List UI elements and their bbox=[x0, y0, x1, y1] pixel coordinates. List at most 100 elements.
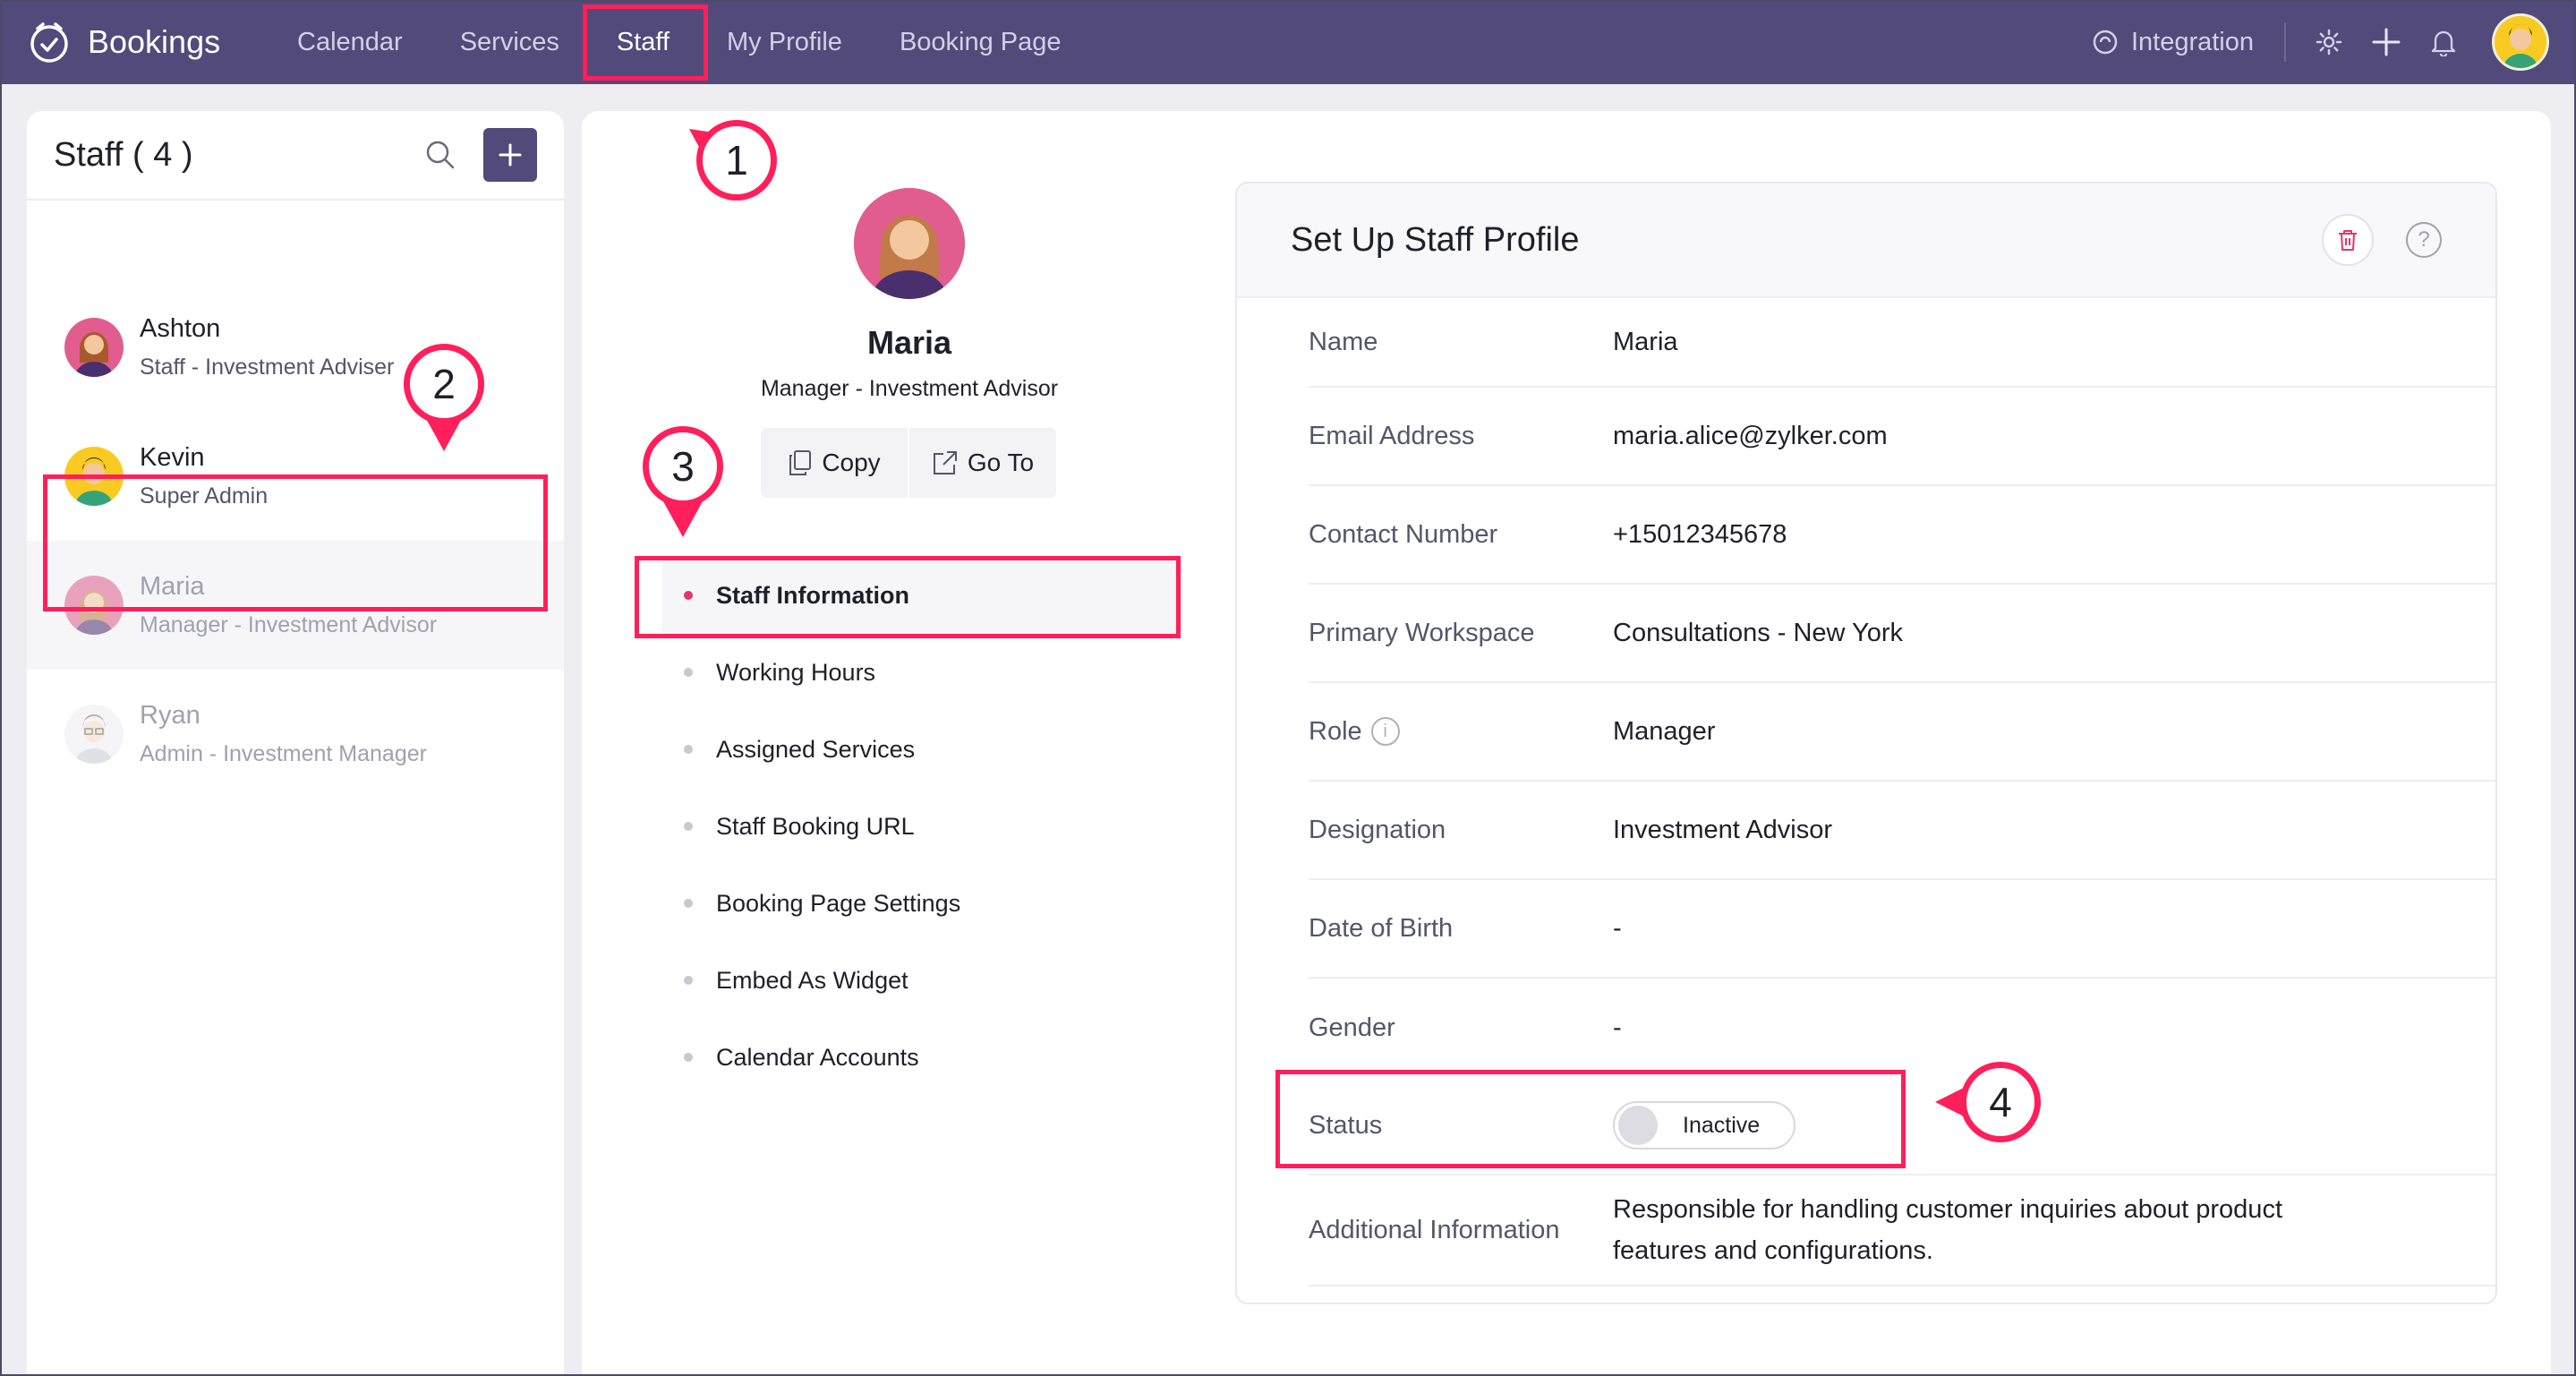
staff-tab-highlight bbox=[583, 4, 708, 81]
menu-calendar-accounts[interactable]: Calendar Accounts bbox=[662, 1019, 1181, 1096]
callout-badge: 2 bbox=[404, 344, 484, 424]
user-avatar[interactable] bbox=[2492, 13, 2549, 71]
external-link-icon bbox=[933, 451, 957, 474]
menu-embed-as-widget[interactable]: Embed As Widget bbox=[662, 942, 1181, 1019]
help-icon[interactable]: ? bbox=[2406, 222, 2442, 258]
app-name: Bookings bbox=[88, 23, 221, 60]
staff-name: Ashton bbox=[140, 314, 221, 343]
staff-list-title: Staff ( 4 ) bbox=[54, 135, 193, 174]
delete-staff-button[interactable] bbox=[2322, 214, 2374, 266]
menu-working-hours[interactable]: Working Hours bbox=[662, 634, 1181, 711]
gender-label: Gender bbox=[1309, 1013, 1395, 1042]
copy-icon bbox=[789, 450, 812, 475]
field-label: Role i bbox=[1309, 717, 1613, 747]
field-label: Gender bbox=[1309, 1013, 1613, 1043]
staff-list-header: Staff ( 4 ) bbox=[27, 111, 564, 201]
contact-label: Contact Number bbox=[1309, 519, 1498, 549]
search-icon[interactable] bbox=[422, 137, 458, 173]
card-header: Set Up Staff Profile ? bbox=[1237, 184, 2495, 298]
staff-role: Admin - Investment Manager bbox=[140, 741, 427, 766]
workspace-value: Consultations - New York bbox=[1613, 618, 1903, 647]
nav-my-profile[interactable]: My Profile bbox=[698, 0, 871, 84]
settings-button[interactable] bbox=[2300, 28, 2358, 56]
staff-list-panel: Staff ( 4 ) Ashton Staff - Investment Ad… bbox=[27, 111, 564, 1376]
field-row: Contact Number +15012345678 bbox=[1309, 486, 2495, 585]
integration-icon bbox=[2093, 30, 2118, 55]
nav-services[interactable]: Services bbox=[431, 0, 588, 84]
dob-label: Date of Birth bbox=[1309, 913, 1454, 943]
menu-booking-page-settings[interactable]: Booking Page Settings bbox=[662, 865, 1181, 942]
staff-name: Kevin bbox=[140, 443, 205, 472]
add-new-button[interactable] bbox=[2358, 27, 2415, 57]
plus-icon bbox=[2372, 28, 2401, 56]
email-label: Email Address bbox=[1309, 421, 1475, 450]
menu-label: Working Hours bbox=[716, 658, 876, 686]
menu-label: Calendar Accounts bbox=[716, 1043, 919, 1071]
name-label: Name bbox=[1309, 327, 1378, 356]
field-row: Date of Birth - bbox=[1309, 880, 2495, 979]
go-to-label: Go To bbox=[967, 449, 1035, 476]
additional-info-value: Responsible for handling customer inquir… bbox=[1613, 1195, 2282, 1265]
profile-role: Manager - Investment Advisor bbox=[760, 376, 1059, 401]
top-right-actions: Integration bbox=[2092, 0, 2549, 84]
avatar-image bbox=[2495, 16, 2546, 68]
staff-list-item[interactable]: Ryan Admin - Investment Manager bbox=[27, 670, 564, 799]
name-value: Maria bbox=[1613, 327, 1678, 356]
notifications-button[interactable] bbox=[2415, 28, 2472, 56]
brand[interactable]: Bookings bbox=[27, 18, 220, 66]
top-navigation-bar: Bookings Calendar Services Staff My Prof… bbox=[0, 0, 2576, 84]
field-label: Primary Workspace bbox=[1309, 619, 1613, 648]
additional-info-label: Additional Information bbox=[1309, 1215, 1560, 1244]
bell-icon bbox=[2431, 30, 2456, 56]
callout-badge: 4 bbox=[1960, 1062, 2041, 1142]
avatar bbox=[64, 705, 124, 764]
profile-actions: Copy Go To bbox=[761, 428, 1056, 498]
menu-dot bbox=[684, 822, 693, 831]
integration-button[interactable]: Integration bbox=[2092, 22, 2286, 62]
profile-avatar bbox=[854, 188, 965, 299]
field-label: Date of Birth bbox=[1309, 914, 1613, 944]
nav-booking-page[interactable]: Booking Page bbox=[871, 0, 1090, 84]
copy-label: Copy bbox=[822, 449, 881, 476]
gear-icon bbox=[2316, 29, 2342, 56]
menu-label: Assigned Services bbox=[716, 735, 916, 763]
field-row: Additional Information Responsible for h… bbox=[1309, 1175, 2495, 1286]
menu-staff-booking-url[interactable]: Staff Booking URL bbox=[662, 788, 1181, 865]
field-row: Name Maria bbox=[1309, 298, 2495, 388]
status-highlight bbox=[1275, 1070, 1906, 1168]
role-value: Manager bbox=[1613, 716, 1716, 746]
callout-pointer bbox=[663, 501, 703, 537]
callout-badge: 1 bbox=[696, 120, 777, 201]
menu-label: Booking Page Settings bbox=[716, 889, 961, 917]
menu-dot bbox=[684, 668, 693, 677]
field-row: Email Address maria.alice@zylker.com bbox=[1309, 388, 2495, 486]
field-row: Role i Manager bbox=[1309, 683, 2495, 782]
menu-dot bbox=[684, 1053, 693, 1062]
info-icon[interactable]: i bbox=[1370, 717, 1400, 746]
go-to-button[interactable]: Go To bbox=[908, 428, 1056, 498]
menu-label: Embed As Widget bbox=[716, 966, 908, 994]
designation-value: Investment Advisor bbox=[1613, 815, 1832, 844]
field-row: Designation Investment Advisor bbox=[1309, 782, 2495, 880]
workspace-label: Primary Workspace bbox=[1309, 618, 1535, 647]
designation-label: Designation bbox=[1309, 815, 1446, 844]
staff-role: Staff - Investment Adviser bbox=[140, 355, 395, 380]
email-value: maria.alice@zylker.com bbox=[1613, 421, 1888, 450]
menu-assigned-services[interactable]: Assigned Services bbox=[662, 711, 1181, 788]
staff-name: Ryan bbox=[140, 701, 200, 730]
menu-label: Staff Booking URL bbox=[716, 812, 915, 840]
menu-dot bbox=[684, 976, 693, 985]
menu-dot bbox=[684, 899, 693, 908]
gender-value: - bbox=[1613, 1013, 1622, 1042]
profile-name: Maria bbox=[866, 324, 952, 361]
staff-information-highlight bbox=[635, 556, 1181, 638]
contact-value: +15012345678 bbox=[1613, 519, 1787, 549]
add-staff-button[interactable] bbox=[483, 128, 537, 182]
nav-calendar[interactable]: Calendar bbox=[269, 0, 431, 84]
dob-value: - bbox=[1613, 913, 1622, 943]
integration-label: Integration bbox=[2130, 27, 2254, 56]
maria-row-highlight bbox=[43, 474, 548, 611]
callout-badge: 3 bbox=[643, 426, 723, 507]
copy-button[interactable]: Copy bbox=[761, 428, 908, 498]
role-label: Role bbox=[1309, 716, 1362, 746]
